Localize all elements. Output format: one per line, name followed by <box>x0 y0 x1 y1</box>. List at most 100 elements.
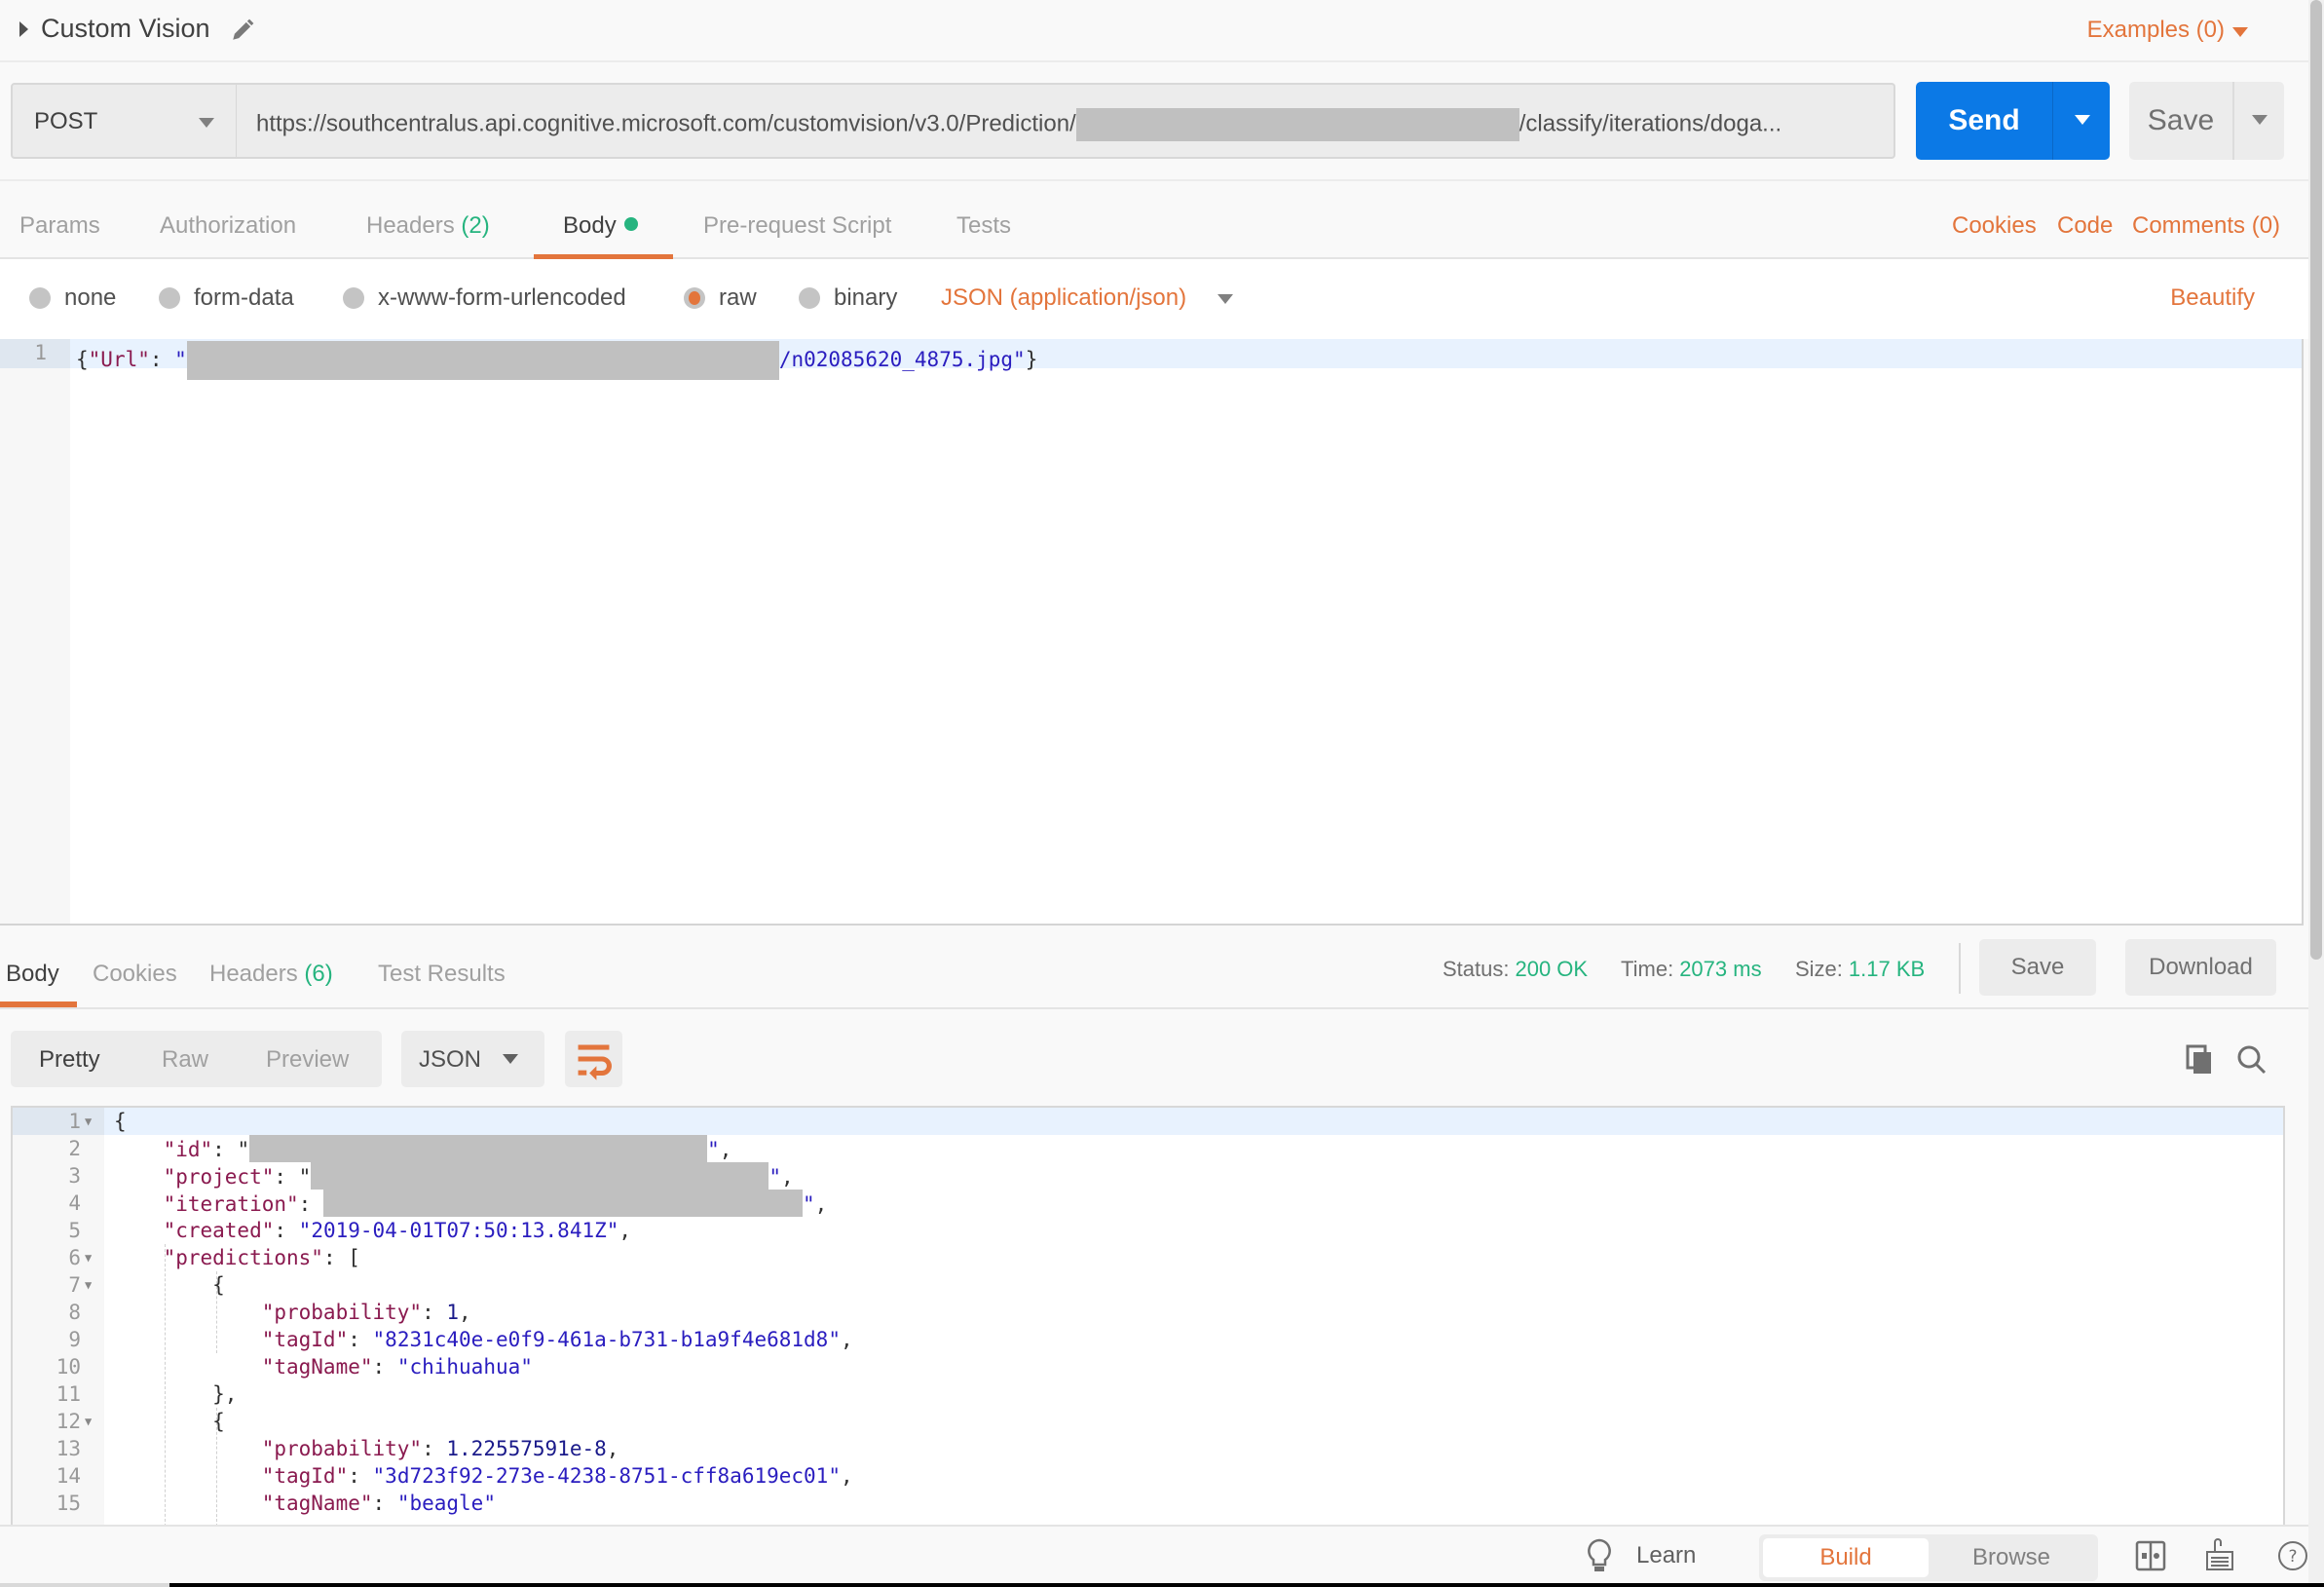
response-tab-test-results[interactable]: Test Results <box>378 961 506 988</box>
response-tab-headers[interactable]: Headers (6) <box>209 961 333 988</box>
code-text: }, <box>212 1382 238 1406</box>
fold-toggle-icon[interactable]: ▼ <box>85 1408 92 1435</box>
active-tab-indicator <box>0 1001 77 1007</box>
examples-dropdown[interactable]: Examples (0) <box>2087 17 2225 44</box>
size-value: 1.17 KB <box>1848 957 1926 981</box>
line-number: 6 <box>68 1246 81 1269</box>
status-value: 200 OK <box>1515 957 1589 981</box>
build-mode-button[interactable]: Build <box>1763 1538 1929 1577</box>
status-label: Status: <box>1443 957 1510 981</box>
raw-button[interactable]: Raw <box>162 1046 208 1074</box>
comments-link[interactable]: Comments (0) <box>2132 212 2280 240</box>
two-pane-view-icon[interactable] <box>2135 1540 2166 1571</box>
radio-circle-selected[interactable] <box>684 287 705 309</box>
cookies-link[interactable]: Cookies <box>1952 212 2037 240</box>
response-language-select[interactable]: JSON <box>401 1031 544 1087</box>
fold-toggle-icon[interactable]: ▼ <box>85 1271 92 1299</box>
divider <box>1959 943 1961 994</box>
chevron-down-icon <box>199 118 214 128</box>
tab-body[interactable]: Body <box>563 212 638 240</box>
taskbar-edge <box>0 1583 2324 1587</box>
response-body-viewer[interactable]: 1 ▼{2 "id": " ", 3 "project": " ", 4 "iterati… <box>11 1106 2285 1525</box>
fold-toggle-icon[interactable]: ▼ <box>85 1108 92 1135</box>
beautify-button[interactable]: Beautify <box>2170 284 2255 312</box>
radio-circle[interactable] <box>29 287 51 309</box>
method-select[interactable]: POST <box>11 83 237 159</box>
send-button[interactable]: Send <box>1916 82 2110 160</box>
line-number: 9 <box>68 1328 81 1351</box>
learn-link[interactable]: Learn <box>1636 1542 1696 1569</box>
redacted-value <box>249 1135 708 1162</box>
code-text: { <box>114 1110 127 1133</box>
send-options-button[interactable] <box>2052 82 2110 160</box>
code-text: { <box>212 1410 225 1433</box>
line-number: 4 <box>68 1191 81 1215</box>
content-type-select[interactable]: JSON (application/json) <box>941 284 1186 312</box>
tab-headers-count: (2) <box>461 212 490 239</box>
expand-caret-icon[interactable] <box>19 21 28 37</box>
line-number: 12 <box>56 1410 81 1433</box>
pretty-button[interactable]: Pretty <box>39 1046 100 1074</box>
code-text: "probability": 1, <box>261 1301 471 1324</box>
keyboard-shortcuts-icon[interactable] <box>2205 1536 2234 1571</box>
radio-label: binary <box>834 284 898 311</box>
tab-pre-request-script[interactable]: Pre-request Script <box>703 212 891 240</box>
chevron-down-icon[interactable] <box>2232 27 2248 37</box>
tab-headers-label: Headers <box>366 212 455 239</box>
tab-body-label: Body <box>563 212 617 239</box>
json-string: " <box>174 348 187 371</box>
url-text: https://southcentralus.api.cognitive.mic… <box>256 108 1781 141</box>
url-prefix: https://southcentralus.api.cognitive.mic… <box>256 110 1076 137</box>
tab-params[interactable]: Params <box>19 212 100 240</box>
code-text: "tagId": "8231c40e-e0f9-461a-b731-b1a9f4… <box>261 1328 853 1351</box>
request-title[interactable]: Custom Vision <box>41 14 210 44</box>
radio-circle[interactable] <box>799 287 820 309</box>
tab-authorization[interactable]: Authorization <box>160 212 296 240</box>
status-footer: Learn Build Browse ? <box>0 1525 2308 1583</box>
request-tabs: Params Authorization Headers (2) Body Pr… <box>0 179 2308 260</box>
line-number: 7 <box>68 1273 81 1297</box>
tab-headers[interactable]: Headers (2) <box>366 212 490 240</box>
size-label: Size: <box>1795 957 1843 981</box>
line-number: 3 <box>68 1164 81 1188</box>
browse-mode-button[interactable]: Browse <box>1929 1538 2094 1577</box>
json-string: /n02085620_4875.jpg" <box>778 348 1026 371</box>
save-label[interactable]: Save <box>2129 82 2232 160</box>
request-body-code[interactable]: {"Url": " /n02085620_4875.jpg"} <box>76 341 1037 380</box>
help-icon[interactable]: ? <box>2277 1540 2308 1571</box>
line-number: 15 <box>56 1492 81 1515</box>
view-mode-group: Pretty Raw Preview <box>11 1031 382 1087</box>
copy-icon[interactable] <box>2186 1044 2213 1076</box>
line-number: 14 <box>56 1464 81 1488</box>
time-label: Time: <box>1621 957 1674 981</box>
radio-circle[interactable] <box>159 287 180 309</box>
send-label[interactable]: Send <box>1916 82 2052 160</box>
json-key: "Url" <box>88 348 150 371</box>
size-readout: Size: 1.17 KB <box>1795 957 1925 982</box>
request-body-editor[interactable]: 1 {"Url": " /n02085620_4875.jpg"} <box>0 339 2304 926</box>
radio-circle[interactable] <box>343 287 364 309</box>
response-tab-cookies[interactable]: Cookies <box>93 961 177 988</box>
chevron-down-icon[interactable] <box>1218 294 1233 304</box>
tab-tests[interactable]: Tests <box>956 212 1011 240</box>
line-number-gutter <box>0 339 70 924</box>
pencil-icon[interactable] <box>230 18 255 43</box>
fold-toggle-icon[interactable]: ▼ <box>85 1244 92 1271</box>
lightbulb-icon[interactable] <box>1586 1538 1613 1573</box>
scrollbar-thumb[interactable] <box>2310 0 2322 960</box>
radio-label: form-data <box>194 284 294 311</box>
search-icon[interactable] <box>2236 1044 2268 1076</box>
svg-text:?: ? <box>2288 1547 2297 1567</box>
download-button[interactable]: Download <box>2125 939 2276 996</box>
status-readout: Status: 200 OK <box>1443 957 1588 982</box>
code-link[interactable]: Code <box>2057 212 2113 240</box>
wrap-lines-button[interactable] <box>565 1031 622 1087</box>
save-request-button[interactable]: Save <box>2129 82 2284 160</box>
preview-button[interactable]: Preview <box>266 1046 349 1074</box>
response-tab-body[interactable]: Body <box>6 961 59 988</box>
response-tab-headers-label: Headers <box>209 961 298 987</box>
url-input[interactable]: https://southcentralus.api.cognitive.mic… <box>237 83 1895 159</box>
taskbar-edge-left <box>0 1583 169 1587</box>
save-options-button[interactable] <box>2232 82 2284 160</box>
save-response-button[interactable]: Save <box>1979 939 2096 996</box>
